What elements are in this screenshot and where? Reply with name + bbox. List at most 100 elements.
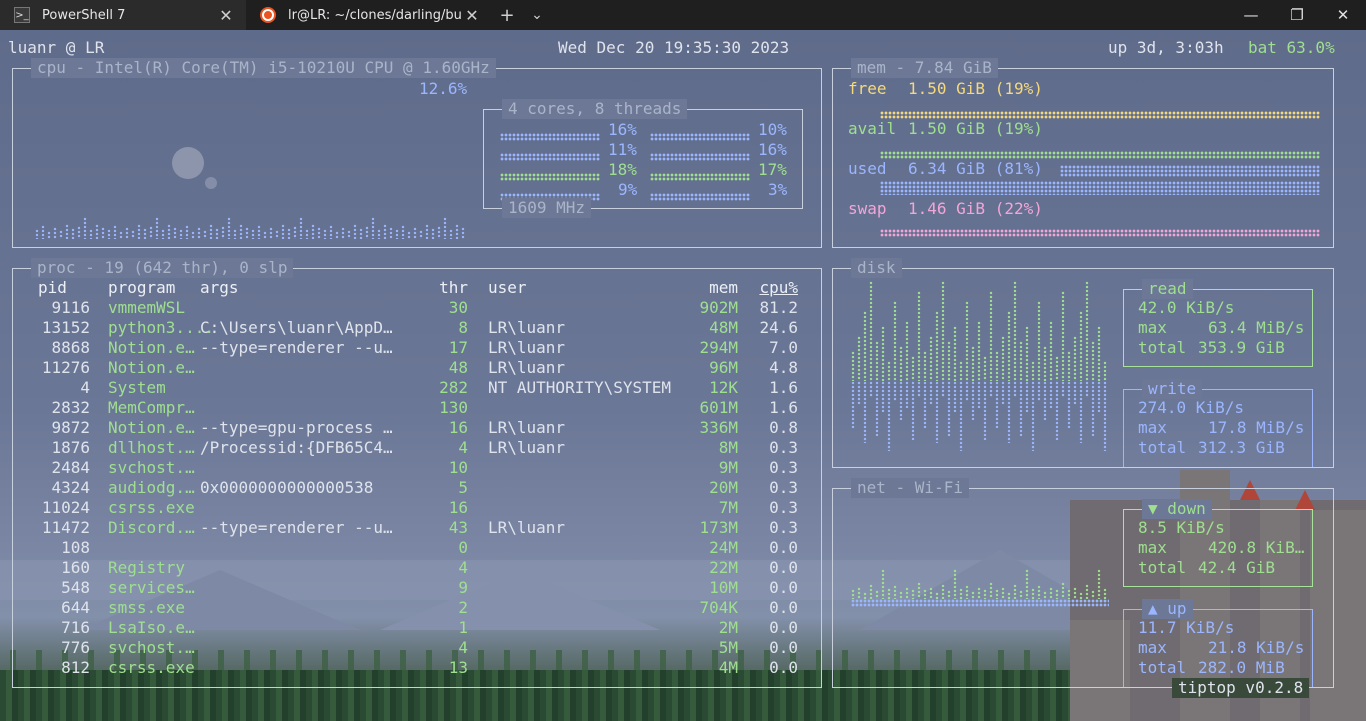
table-row[interactable]: 11276 Notion.e… 48 LR\luanr 96M 4.8	[30, 358, 798, 378]
graph-bar	[245, 227, 249, 239]
process-args	[200, 358, 420, 378]
process-threads: 48	[448, 358, 468, 377]
cpu-total: 12.6%	[419, 79, 468, 98]
process-threads: 10	[448, 458, 468, 477]
table-row[interactable]: 2832 MemCompr… 130 601M 1.6	[30, 398, 798, 418]
graph-bar	[1019, 381, 1023, 436]
disk-panel: disk read 42.0 KiB/s max 63.4 MiB/s tota…	[832, 258, 1334, 468]
graph-bar	[95, 224, 99, 239]
net-down-box: ▼ down 8.5 KiB/s max 420.8 KiB… total 42…	[1123, 499, 1313, 587]
graph-bar	[437, 226, 441, 239]
col-program[interactable]: program	[90, 278, 200, 298]
process-program: System	[108, 378, 166, 397]
tab-label: lr@LR: ~/clones/darling/build	[288, 7, 462, 23]
process-mem: 4M	[718, 658, 738, 677]
net-up-max: 21.8 KiB/s	[1208, 638, 1305, 657]
col-cpu[interactable]: cpu%	[738, 278, 798, 298]
process-user	[468, 458, 678, 478]
close-tab-icon[interactable]: ✕	[462, 6, 482, 25]
col-pid[interactable]: pid	[30, 278, 90, 298]
graph-bar	[869, 584, 873, 599]
minimize-button[interactable]: —	[1228, 0, 1274, 30]
net-up-graph	[851, 599, 1109, 607]
col-mem[interactable]: mem	[678, 278, 738, 298]
graph-bar	[935, 311, 939, 381]
process-user: LR\luanr	[488, 418, 566, 437]
graph-bar	[185, 225, 189, 239]
graph-bar	[971, 591, 975, 599]
process-threads: 8	[458, 318, 468, 337]
close-window-button[interactable]: ✕	[1320, 0, 1366, 30]
process-pid: 11024	[41, 498, 90, 517]
graph-bar	[947, 341, 951, 381]
graph-bar	[1091, 590, 1095, 599]
graph-bar	[1049, 321, 1053, 381]
graph-bar	[137, 224, 141, 239]
col-args[interactable]: args	[200, 278, 420, 298]
table-row[interactable]: 4 System 282 NT AUTHORITY\SYSTEM 12K 1.6	[30, 378, 798, 398]
table-row[interactable]: 11024 csrss.exe 16 7M 0.3	[30, 498, 798, 518]
table-row[interactable]: 812 csrss.exe 13 4M 0.0	[30, 658, 798, 678]
app-version: tiptop v0.2.8	[1172, 678, 1310, 698]
thread-graph	[500, 173, 600, 181]
mem-swap-label: swap	[848, 199, 887, 218]
process-program: Notion.e…	[108, 418, 195, 437]
table-row[interactable]: 4324 audiodg.… 0x0000000000000538 5 20M 0.3	[30, 478, 798, 498]
net-down-total: 42.4 GiB	[1198, 558, 1276, 577]
process-cpu: 7.0	[769, 338, 798, 357]
process-args: 0x0000000000000538	[200, 478, 374, 497]
graph-bar	[893, 585, 897, 599]
table-row[interactable]: 1876 dllhost.… /Processid:{DFB65C4… 4 LR\lua…	[30, 438, 798, 458]
graph-bar	[1019, 590, 1023, 599]
process-pid: 11276	[41, 358, 90, 377]
process-mem: 601M	[699, 398, 738, 417]
process-args	[200, 618, 420, 638]
table-row[interactable]: 9116 vmmemWSL 30 902M 81.2	[30, 298, 798, 318]
col-user[interactable]: user	[468, 278, 678, 298]
graph-bar	[851, 589, 855, 599]
table-row[interactable]: 160 Registry 4 22M 0.0	[30, 558, 798, 578]
process-user: LR\luanr	[488, 438, 566, 457]
graph-bar	[1043, 346, 1047, 381]
process-mem: 96M	[709, 358, 738, 377]
col-thr[interactable]: thr	[420, 278, 468, 298]
graph-bar	[1001, 586, 1005, 599]
graph-bar	[119, 231, 123, 239]
graph-bar	[101, 227, 105, 239]
graph-bar	[221, 226, 225, 239]
tab-ubuntu[interactable]: lr@LR: ~/clones/darling/build ✕	[246, 0, 492, 30]
close-tab-icon[interactable]: ✕	[216, 6, 236, 25]
tab-dropdown-icon[interactable]: ⌄	[522, 0, 552, 30]
process-cpu: 24.6	[759, 318, 798, 337]
graph-bar	[77, 226, 81, 239]
process-threads: 5	[458, 478, 468, 497]
table-row[interactable]: 9872 Notion.e… --type=gpu-process … 16 LR\lu…	[30, 418, 798, 438]
graph-bar	[461, 227, 465, 239]
graph-bar	[365, 226, 369, 239]
graph-bar	[299, 217, 303, 239]
process-args	[200, 398, 420, 418]
table-row[interactable]: 776 svchost.… 4 5M 0.0	[30, 638, 798, 658]
new-tab-button[interactable]: +	[492, 0, 522, 30]
table-row[interactable]: 13152 python3.... C:\Users\luanr\AppD… 8 LR\…	[30, 318, 798, 338]
table-row[interactable]: 8868 Notion.e… --type=renderer --u… 17 LR\lu…	[30, 338, 798, 358]
graph-bar	[935, 591, 939, 599]
table-row[interactable]: 11472 Discord.… --type=renderer --u… 43 LR\l…	[30, 518, 798, 538]
thread-load: 10%	[758, 120, 787, 139]
table-row[interactable]: 548 services… 9 10M 0.0	[30, 578, 798, 598]
graph-bar	[887, 361, 891, 381]
graph-bar	[1079, 311, 1083, 381]
thread-graph	[650, 133, 750, 141]
process-mem: 5M	[718, 638, 738, 657]
table-row[interactable]: 716 LsaIso.e… 1 2M 0.0	[30, 618, 798, 638]
table-row[interactable]: 644 smss.exe 2 704K 0.0	[30, 598, 798, 618]
graph-bar	[929, 381, 933, 405]
restore-button[interactable]: ❐	[1274, 0, 1320, 30]
graph-bar	[869, 381, 873, 397]
terminal-area[interactable]: luanr @ LR Wed Dec 20 19:35:30 2023 up 3…	[0, 30, 1366, 721]
graph-bar	[1013, 381, 1017, 397]
tab-powershell[interactable]: >_ PowerShell 7 ✕	[0, 0, 246, 30]
process-program: Notion.e…	[108, 358, 195, 377]
table-row[interactable]: 108 0 24M 0.0	[30, 538, 798, 558]
table-row[interactable]: 2484 svchost.… 10 9M 0.3	[30, 458, 798, 478]
